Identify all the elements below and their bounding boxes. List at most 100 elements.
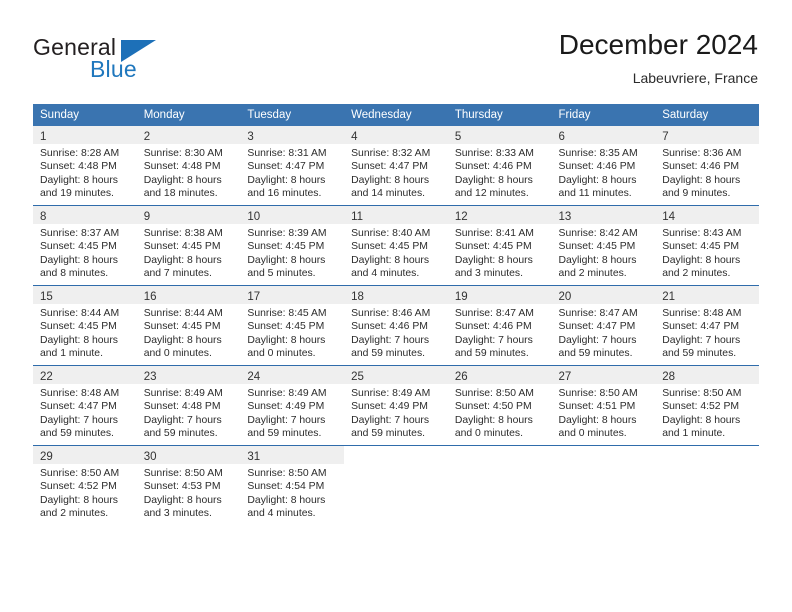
day-number-band: 21 <box>655 286 759 304</box>
calendar-day-cell[interactable]: 6 Sunrise: 8:35 AM Sunset: 4:46 PM Daylight… <box>551 126 656 206</box>
day-cell-content: 10 Sunrise: 8:39 AM Sunset: 4:45 PM Dayligh… <box>240 206 345 285</box>
calendar-day-cell[interactable]: 30 Sunrise: 8:50 AM Sunset: 4:53 PM Dayligh… <box>136 445 241 525</box>
daylight-line-1: Daylight: 7 hours <box>143 414 222 426</box>
calendar-day-cell[interactable]: 18 Sunrise: 8:46 AM Sunset: 4:46 PM Dayligh… <box>344 285 448 366</box>
calendar-day-cell[interactable]: 17 Sunrise: 8:45 AM Sunset: 4:45 PM Dayligh… <box>240 285 345 366</box>
sunrise-time: Sunrise: 8:47 AM <box>454 308 534 319</box>
daylight-line-1: Daylight: 8 hours <box>40 334 118 346</box>
day-cell-content: 21 Sunrise: 8:48 AM Sunset: 4:47 PM Dayligh… <box>655 286 759 365</box>
page-header: General Blue December 2024 Labeuvriere, … <box>0 0 792 96</box>
daylight-line-1: Daylight: 8 hours <box>454 174 533 186</box>
day-number: 24 <box>247 371 261 383</box>
day-cell-content: 22 Sunrise: 8:48 AM Sunset: 4:47 PM Dayligh… <box>33 366 137 445</box>
calendar-day-cell[interactable]: 16 Sunrise: 8:44 AM Sunset: 4:45 PM Dayligh… <box>136 285 241 366</box>
daylight-line-2: and 59 minutes. <box>351 428 426 440</box>
calendar-day-cell[interactable]: 1 Sunrise: 8:28 AM Sunset: 4:48 PM Daylight… <box>33 126 137 206</box>
sunrise-time: Sunrise: 8:50 AM <box>247 468 327 479</box>
calendar-day-cell[interactable]: 25 Sunrise: 8:49 AM Sunset: 4:49 PM Dayligh… <box>344 365 448 446</box>
calendar-day-cell[interactable]: 11 Sunrise: 8:40 AM Sunset: 4:45 PM Dayligh… <box>344 205 448 286</box>
day-details: Sunrise: 8:32 AM Sunset: 4:47 PM Daylight:… <box>344 144 448 201</box>
daylight-line-2: and 59 minutes. <box>558 348 633 360</box>
calendar-day-cell[interactable]: 4 Sunrise: 8:32 AM Sunset: 4:47 PM Daylight… <box>344 126 448 206</box>
calendar-day-cell[interactable]: 21 Sunrise: 8:48 AM Sunset: 4:47 PM Dayligh… <box>655 285 759 366</box>
sunset-time: Sunset: 4:47 PM <box>40 401 117 413</box>
sunset-time: Sunset: 4:48 PM <box>143 401 221 413</box>
day-details: Sunrise: 8:44 AM Sunset: 4:45 PM Daylight:… <box>33 304 137 361</box>
calendar-day-cell[interactable]: 12 Sunrise: 8:41 AM Sunset: 4:45 PM Dayligh… <box>447 205 552 286</box>
calendar-day-cell[interactable]: 10 Sunrise: 8:39 AM Sunset: 4:45 PM Dayligh… <box>240 205 345 286</box>
sunset-time: Sunset: 4:45 PM <box>143 241 221 253</box>
calendar-day-cell[interactable]: 27 Sunrise: 8:50 AM Sunset: 4:51 PM Dayligh… <box>551 365 656 446</box>
calendar-day-cell[interactable]: 24 Sunrise: 8:49 AM Sunset: 4:49 PM Dayligh… <box>240 365 345 446</box>
calendar-day-cell[interactable]: 5 Sunrise: 8:33 AM Sunset: 4:46 PM Daylight… <box>447 126 552 206</box>
calendar-day-cell[interactable]: 14 Sunrise: 8:43 AM Sunset: 4:45 PM Dayligh… <box>655 205 759 286</box>
daylight-line-1: Daylight: 7 hours <box>558 334 637 346</box>
day-cell-content: 2 Sunrise: 8:30 AM Sunset: 4:48 PM Daylight… <box>136 126 241 205</box>
day-number: 9 <box>143 211 151 223</box>
daylight-line-2: and 9 minutes. <box>662 188 731 200</box>
day-number: 22 <box>40 371 53 383</box>
day-cell-content: 9 Sunrise: 8:38 AM Sunset: 4:45 PM Daylight… <box>136 206 241 285</box>
day-details: Sunrise: 8:48 AM Sunset: 4:47 PM Daylight:… <box>33 384 137 441</box>
daylight-line-2: and 1 minute. <box>662 428 726 440</box>
day-details: Sunrise: 8:44 AM Sunset: 4:45 PM Daylight:… <box>137 304 241 361</box>
daylight-line-1: Daylight: 8 hours <box>351 254 430 266</box>
weekday-header-friday: Friday <box>551 104 656 126</box>
calendar-day-cell[interactable]: 3 Sunrise: 8:31 AM Sunset: 4:47 PM Daylight… <box>240 126 345 206</box>
day-details: Sunrise: 8:50 AM Sunset: 4:52 PM Daylight:… <box>655 384 759 441</box>
day-number-band: 7 <box>655 126 759 144</box>
day-number: 1 <box>40 131 47 143</box>
day-number: 19 <box>454 291 468 303</box>
day-number-band: 3 <box>240 126 345 144</box>
sunset-time: Sunset: 4:45 PM <box>247 241 325 253</box>
daylight-line-1: Daylight: 7 hours <box>454 334 533 346</box>
calendar-day-cell[interactable]: 20 Sunrise: 8:47 AM Sunset: 4:47 PM Dayligh… <box>551 285 656 366</box>
sunrise-time: Sunrise: 8:48 AM <box>662 308 742 319</box>
day-number: 5 <box>454 131 462 143</box>
daylight-line-2: and 14 minutes. <box>351 188 426 200</box>
calendar-day-cell[interactable]: 2 Sunrise: 8:30 AM Sunset: 4:48 PM Daylight… <box>136 126 241 206</box>
day-number-band: 13 <box>551 206 656 224</box>
daylight-line-1: Daylight: 8 hours <box>247 494 326 506</box>
day-number-band: 9 <box>136 206 241 224</box>
day-number-band: 2 <box>136 126 241 144</box>
calendar-day-cell[interactable]: 28 Sunrise: 8:50 AM Sunset: 4:52 PM Dayligh… <box>655 365 759 446</box>
day-number-band: 12 <box>447 206 552 224</box>
sunrise-time: Sunrise: 8:50 AM <box>143 468 223 479</box>
day-number-band: 25 <box>344 366 448 384</box>
calendar-day-cell[interactable]: 9 Sunrise: 8:38 AM Sunset: 4:45 PM Daylight… <box>136 205 241 286</box>
day-cell-content: 12 Sunrise: 8:41 AM Sunset: 4:45 PM Dayligh… <box>447 206 552 285</box>
day-details <box>448 464 552 467</box>
calendar-day-cell[interactable]: 8 Sunrise: 8:37 AM Sunset: 4:45 PM Daylight… <box>33 205 137 286</box>
sunrise-time: Sunrise: 8:47 AM <box>558 308 638 319</box>
day-number: 7 <box>662 131 669 143</box>
daylight-line-2: and 59 minutes. <box>247 428 322 440</box>
day-details: Sunrise: 8:49 AM Sunset: 4:48 PM Daylight:… <box>137 384 241 441</box>
calendar-day-cell[interactable]: 15 Sunrise: 8:44 AM Sunset: 4:45 PM Dayligh… <box>33 285 137 366</box>
daylight-line-1: Daylight: 8 hours <box>454 414 533 426</box>
daylight-line-1: Daylight: 8 hours <box>662 174 741 186</box>
daylight-line-1: Daylight: 8 hours <box>558 414 637 426</box>
calendar-day-cell[interactable]: 22 Sunrise: 8:48 AM Sunset: 4:47 PM Dayligh… <box>33 365 137 446</box>
day-cell-content: 6 Sunrise: 8:35 AM Sunset: 4:46 PM Daylight… <box>551 126 656 205</box>
day-number: 14 <box>662 211 676 223</box>
day-cell-content: 19 Sunrise: 8:47 AM Sunset: 4:46 PM Dayligh… <box>447 286 552 365</box>
calendar-day-cell[interactable]: 7 Sunrise: 8:36 AM Sunset: 4:46 PM Daylight… <box>655 126 759 206</box>
calendar-day-cell[interactable]: 19 Sunrise: 8:47 AM Sunset: 4:46 PM Dayligh… <box>447 285 552 366</box>
day-cell-empty <box>448 446 552 525</box>
calendar-day-cell[interactable]: 29 Sunrise: 8:50 AM Sunset: 4:52 PM Dayligh… <box>33 445 137 525</box>
day-details: Sunrise: 8:33 AM Sunset: 4:46 PM Daylight:… <box>448 144 552 201</box>
calendar-day-cell[interactable]: 23 Sunrise: 8:49 AM Sunset: 4:48 PM Dayligh… <box>136 365 241 446</box>
day-number: 29 <box>40 451 53 463</box>
sunrise-time: Sunrise: 8:31 AM <box>247 148 327 159</box>
sunrise-time: Sunrise: 8:50 AM <box>662 388 742 399</box>
daylight-line-1: Daylight: 7 hours <box>662 334 741 346</box>
calendar-day-cell[interactable]: 26 Sunrise: 8:50 AM Sunset: 4:50 PM Dayligh… <box>447 365 552 446</box>
calendar-day-cell[interactable]: 13 Sunrise: 8:42 AM Sunset: 4:45 PM Dayligh… <box>551 205 656 286</box>
day-number: 11 <box>351 211 364 223</box>
daylight-line-2: and 7 minutes. <box>143 268 212 280</box>
daylight-line-2: and 4 minutes. <box>247 508 316 520</box>
day-details: Sunrise: 8:46 AM Sunset: 4:46 PM Daylight:… <box>344 304 448 361</box>
calendar-day-cell[interactable]: 31 Sunrise: 8:50 AM Sunset: 4:54 PM Dayligh… <box>240 445 345 525</box>
sunrise-time: Sunrise: 8:35 AM <box>558 148 638 159</box>
